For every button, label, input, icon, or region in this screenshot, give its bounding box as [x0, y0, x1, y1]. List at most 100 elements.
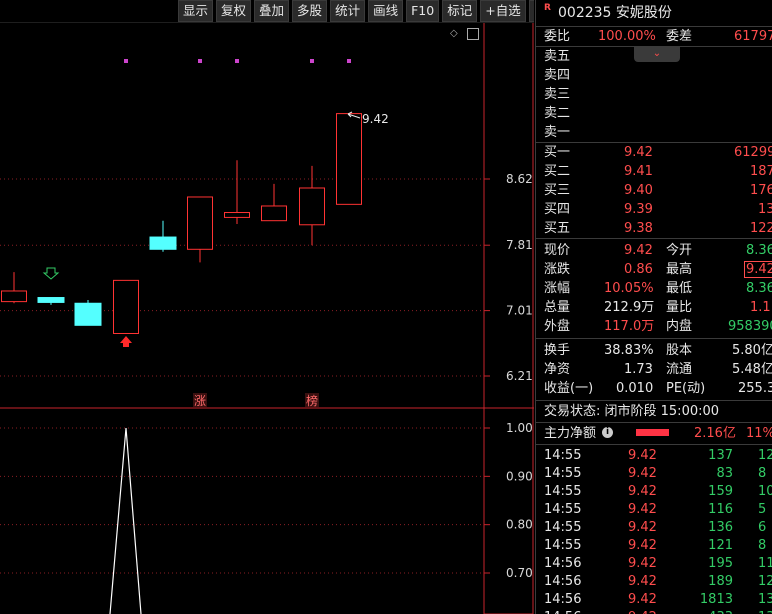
overlay-button[interactable]: 叠加	[254, 0, 290, 22]
tick-row[interactable]: 14:55 9.42 159 10	[536, 483, 772, 501]
candle-body[interactable]	[261, 205, 287, 222]
stat-label: 现价	[544, 243, 571, 258]
info-icon[interactable]: i	[602, 427, 613, 438]
eps: 0.010	[616, 381, 654, 396]
candle-body[interactable]	[187, 196, 213, 250]
signal-marker	[198, 59, 202, 63]
chart-canvas[interactable]: 8.62 7.81 7.01 6.21 1.00 0.90 0.80 0.70 9.42 涨 榜	[0, 0, 534, 614]
stat-row: 涨幅 10.05% 最低 8.36	[536, 279, 772, 298]
candle-body[interactable]	[1, 290, 27, 303]
candle-body[interactable]	[74, 302, 102, 326]
stat-row: 总量 212.9万量比 1.11	[536, 298, 772, 317]
mark-button[interactable]: 标记	[442, 0, 478, 22]
candle-body[interactable]	[149, 236, 177, 250]
tick-time: 14:55	[544, 538, 582, 553]
trade-status-row: 交易状态: 闭市阶段 15:00:00	[536, 401, 772, 422]
tick-count: 12	[758, 574, 772, 589]
tick-list[interactable]: 14:55 9.42 137 12 14:55 9.42 83 8 14:55 9.42 159 10…	[536, 445, 772, 614]
buy-row[interactable]: 买五 9.38 122	[536, 219, 772, 238]
stock-title[interactable]: 002235 安妮股份	[558, 0, 672, 26]
tick-price: 9.42	[628, 484, 657, 499]
candle-body[interactable]	[224, 212, 250, 218]
candle-body[interactable]	[37, 297, 65, 303]
buy-volume: 176	[750, 183, 772, 198]
tick-price: 9.42	[628, 502, 657, 517]
statistics-button[interactable]: 统计	[330, 0, 366, 22]
stat-label: 内盘	[666, 319, 693, 334]
tick-volume: 433	[708, 609, 733, 614]
sell-label: 卖一	[544, 125, 571, 140]
buy-row[interactable]: 买二 9.41 187	[536, 162, 772, 181]
sell-row: 卖五	[536, 47, 772, 66]
low-price: 8.36	[746, 281, 772, 296]
tick-time: 14:55	[544, 448, 582, 463]
stat-label: 最高	[666, 262, 693, 277]
sell-orders: ⌄ 卖五 卖四 卖三 卖二 卖一	[536, 47, 772, 142]
price-tick-label: 7.01	[506, 304, 533, 318]
pe-ratio: 255.3	[738, 381, 772, 396]
main-flow-bar	[636, 429, 669, 436]
buy-volume: 13	[758, 202, 772, 217]
float-shares: 5.48亿	[732, 362, 772, 377]
display-button[interactable]: 显示	[178, 0, 214, 22]
tick-count: 12	[758, 448, 772, 463]
tick-time: 14:55	[544, 484, 582, 499]
stats-block: 现价 9.42 今开 8.36 涨跌 0.86 最高 9.42 涨幅 10.05% 最低 8.36…	[536, 239, 772, 336]
tick-row[interactable]: 14:56 9.42 195 11	[536, 555, 772, 573]
tick-price: 9.42	[628, 538, 657, 553]
main-flow-label: 主力净额	[544, 426, 597, 441]
buy-row[interactable]: 买一 9.42 61299	[536, 143, 772, 162]
stat-row: 现价 9.42 今开 8.36	[536, 241, 772, 260]
limit-up-tag[interactable]: 榜	[306, 393, 318, 408]
net-assets: 1.73	[624, 362, 653, 377]
back-button[interactable]: 返回	[528, 0, 534, 22]
tick-row[interactable]: 14:55 9.42 83 8	[536, 465, 772, 483]
f10-button[interactable]: F10	[406, 0, 440, 22]
volume-ratio: 1.11	[750, 300, 772, 315]
indicator-tick-label: 0.90	[506, 469, 533, 483]
stat-row: 净资 1.73 流通 5.48亿	[536, 360, 772, 379]
draw-line-button[interactable]: 画线	[368, 0, 404, 22]
window-icon[interactable]	[467, 28, 479, 40]
kline-chart-area[interactable]: 8.62 7.81 7.01 6.21 1.00 0.90 0.80 0.70 9.42 涨 榜 显…	[0, 0, 534, 614]
buy-label: 买五	[544, 221, 571, 236]
candle-body[interactable]	[113, 279, 139, 334]
buy-row[interactable]: 买四 9.39 13	[536, 200, 772, 219]
candle-body[interactable]	[299, 187, 325, 226]
indicator-line	[109, 427, 142, 614]
main-flow-row[interactable]: 主力净额 i 2.16亿 11%	[536, 423, 772, 444]
stat-row: 换手 38.83% 股本 5.80亿	[536, 341, 772, 360]
tick-row[interactable]: 14:55 9.42 137 12	[536, 447, 772, 465]
tick-count: 13	[758, 592, 772, 607]
buy-row[interactable]: 买三 9.40 176	[536, 181, 772, 200]
multi-stock-button[interactable]: 多股	[292, 0, 328, 22]
diamond-icon[interactable]: ◇	[450, 29, 458, 39]
tick-row[interactable]: 14:56 9.42 433 13	[536, 609, 772, 614]
trade-status: 交易状态: 闭市阶段 15:00:00	[544, 404, 720, 419]
adjust-button[interactable]: 复权	[216, 0, 252, 22]
tick-count: 13	[758, 609, 772, 614]
tick-row[interactable]: 14:55 9.42 116 5	[536, 501, 772, 519]
buy-price: 9.41	[624, 164, 653, 179]
stat-label: PE(动)	[666, 381, 706, 396]
tick-volume: 121	[708, 538, 733, 553]
tick-row[interactable]: 14:55 9.42 121 8	[536, 537, 772, 555]
limit-up-tag[interactable]: 涨	[194, 393, 206, 408]
main-flow-percent: 11%	[746, 426, 772, 441]
stat-label: 外盘	[544, 319, 571, 334]
tick-price: 9.42	[628, 556, 657, 571]
tick-row[interactable]: 14:55 9.42 136 6	[536, 519, 772, 537]
tick-row[interactable]: 14:56 9.42 189 12	[536, 573, 772, 591]
tick-count: 10	[758, 484, 772, 499]
quote-panel: R 002235 安妮股份 委比 100.00% 委差 61797 ⌄ 卖五 卖…	[535, 0, 772, 614]
add-watchlist-button[interactable]: +自选	[480, 0, 526, 22]
tick-time: 14:56	[544, 592, 582, 607]
candle-body[interactable]	[336, 113, 362, 205]
tick-row[interactable]: 14:56 9.42 1813 13	[536, 591, 772, 609]
open-price: 8.36	[746, 243, 772, 258]
stat-label: 涨幅	[544, 281, 571, 296]
tick-time: 14:55	[544, 520, 582, 535]
buy-price: 9.42	[624, 145, 653, 160]
buy-label: 买一	[544, 145, 571, 160]
buy-label: 买二	[544, 164, 571, 179]
